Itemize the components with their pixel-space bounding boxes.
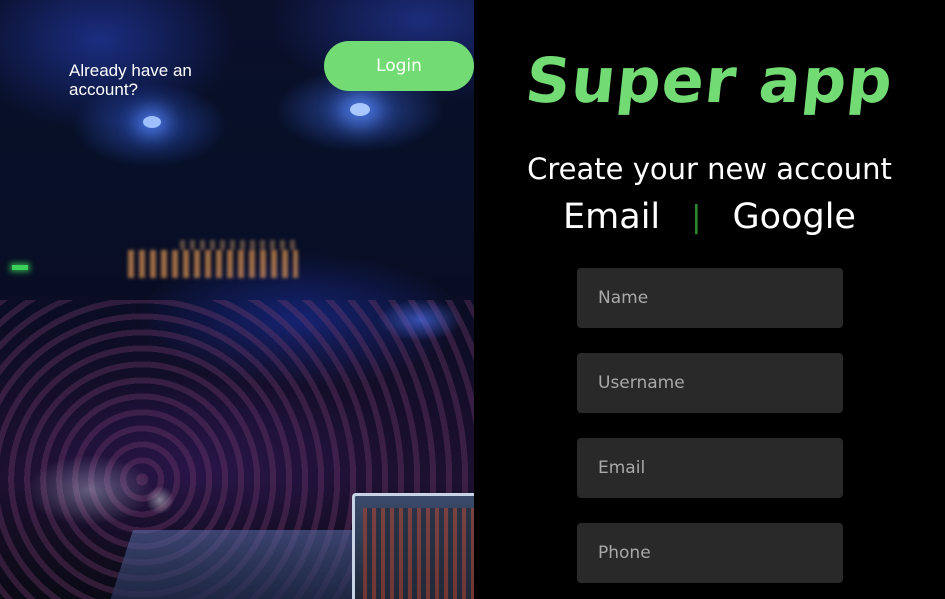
login-prompt-text: Already have an account? — [69, 61, 192, 99]
login-button[interactable]: Login — [324, 41, 474, 91]
phone-field[interactable] — [577, 523, 843, 583]
marquee-lights — [180, 240, 300, 250]
stage-spotlight — [350, 103, 370, 116]
dj-laptop-screen — [363, 508, 474, 599]
username-field[interactable] — [577, 353, 843, 413]
dj-laptop — [352, 493, 474, 599]
stage-spotlight — [143, 116, 161, 128]
signup-panel: Super app Create your new account Email … — [474, 0, 945, 599]
email-field[interactable] — [577, 438, 843, 498]
stage-floor — [107, 530, 393, 599]
name-field[interactable] — [577, 268, 843, 328]
marquee-lights — [128, 250, 298, 278]
google-option-link[interactable]: Google — [733, 197, 856, 237]
green-light — [12, 265, 28, 270]
auth-options: Email | Google — [474, 196, 945, 237]
email-option-link[interactable]: Email — [563, 197, 660, 237]
page-title: Create your new account — [527, 152, 892, 186]
app-logo: Super app — [522, 44, 897, 117]
auth-separator: | — [691, 199, 702, 235]
